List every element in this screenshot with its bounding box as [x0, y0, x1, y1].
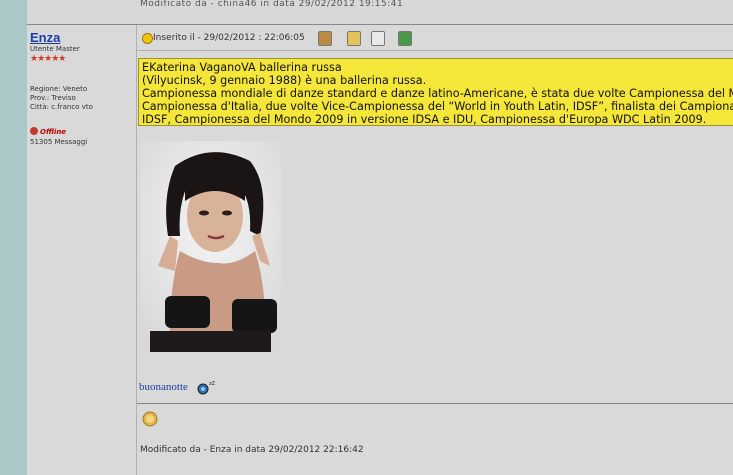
user-province: Prov.: Treviso	[30, 94, 76, 102]
left-margin-strip	[0, 0, 28, 475]
previous-post-footer: Modificato da - china46 in data 29/02/20…	[27, 0, 733, 25]
post-timestamp: Inserito il - 29/02/2012 : 22:06:05	[153, 33, 305, 43]
closing-text: buonanotte	[139, 381, 188, 393]
svg-text:zZ: zZ	[209, 381, 216, 387]
user-location: Regione: Veneto Prov.: Treviso Città: c.…	[30, 85, 93, 112]
post-content-panel: Inserito il - 29/02/2012 : 22:06:05 EKat…	[137, 25, 733, 475]
forum-post-frame: Modificato da - china46 in data 29/02/20…	[0, 0, 733, 475]
homepage-icon[interactable]	[347, 31, 361, 46]
quote-reply-icon[interactable]	[398, 31, 412, 46]
username-link[interactable]: Enza	[30, 30, 60, 45]
profile-icon[interactable]	[318, 31, 332, 46]
signature-divider	[137, 403, 733, 404]
post-line-3: Campionessa mondiale di danze standard e…	[142, 87, 733, 100]
highlighted-post-text: EKaterina VaganoVA ballerina russa (Vily…	[138, 58, 733, 126]
user-region: Regione: Veneto	[30, 85, 88, 93]
user-role: Utente Master	[30, 45, 80, 53]
user-city: Città: c.franco vto	[30, 103, 93, 111]
post-line-2: (Vilyucinsk, 9 gennaio 1988) è una balle…	[142, 74, 427, 87]
email-icon[interactable]	[371, 31, 385, 46]
post-line-4: Campionessa d'Italia, due volte Vice-Cam…	[142, 100, 733, 113]
user-info-panel: Enza Utente Master ★★★★★ Regione: Veneto…	[27, 25, 137, 475]
rating-stars: ★★★★★	[30, 53, 66, 63]
status-badge: Offline	[30, 127, 66, 136]
post-line-1: EKaterina VaganoVA ballerina russa	[142, 61, 342, 74]
smiley-icon	[142, 33, 153, 44]
status-label: Offline	[40, 128, 67, 136]
sleeping-smiley-icon: zZ	[197, 381, 216, 395]
post-header: Inserito il - 29/02/2012 : 22:06:05	[137, 25, 733, 51]
modified-note: Modificato da - Enza in data 29/02/2012 …	[140, 445, 364, 455]
sun-icon	[142, 411, 158, 427]
previous-modified-note: Modificato da - china46 in data 29/02/20…	[140, 0, 404, 9]
post-line-5: IDSF, Campionessa del Mondo 2009 in vers…	[142, 113, 707, 126]
message-count: 51305 Messaggi	[30, 138, 88, 146]
offline-icon	[30, 127, 38, 135]
dancer-photo	[140, 141, 281, 352]
